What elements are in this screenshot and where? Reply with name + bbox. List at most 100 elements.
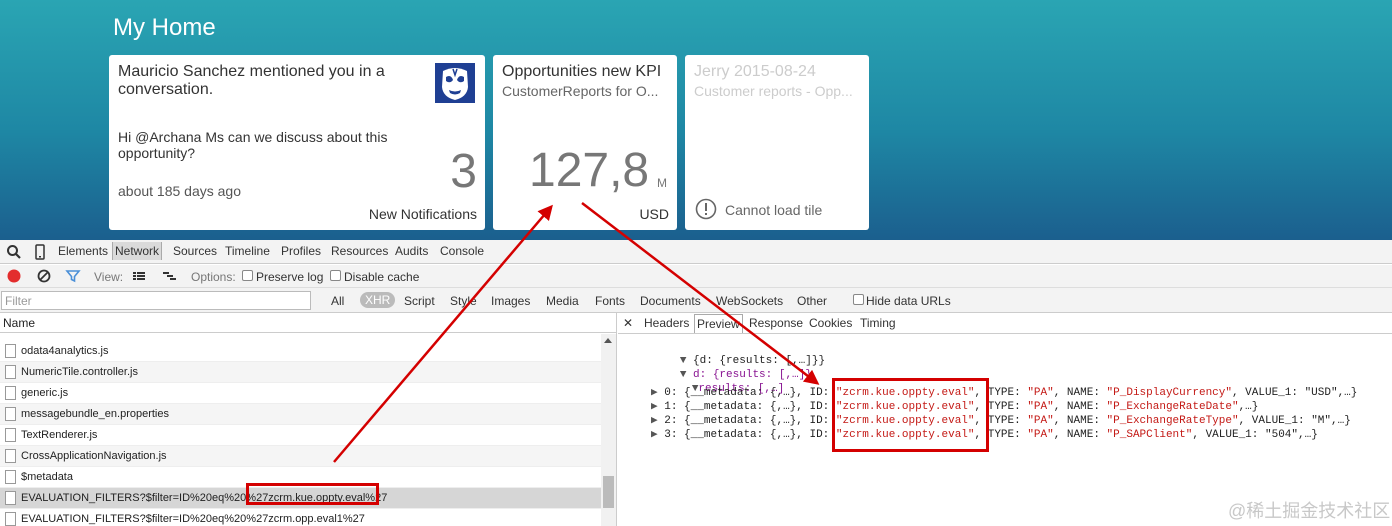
filter-type-all[interactable]: All — [331, 294, 344, 308]
filter-bar: All XHR Script Style Images Media Fonts … — [0, 288, 1392, 313]
row-type: "PA" — [1027, 387, 1054, 399]
row-extra: ,…} — [1238, 401, 1259, 413]
filter-type-fonts[interactable]: Fonts — [595, 294, 625, 308]
page-title: My Home — [113, 14, 216, 41]
tab-resources[interactable]: Resources — [331, 244, 388, 258]
row-type: "PA" — [1027, 415, 1054, 427]
devtools-panel: Elements Network Sources Timeline Profil… — [0, 240, 1392, 526]
row-metadata: {,…} — [769, 429, 797, 441]
json-result-row[interactable]: ▶ 0: {__metadata: {,…}, ID: "zcrm.kue.op… — [651, 385, 1357, 399]
hide-data-urls-checkbox[interactable] — [853, 294, 864, 305]
tab-console[interactable]: Console — [440, 244, 484, 258]
kpi-value: 127,8 — [529, 144, 650, 197]
tab-network[interactable]: Network — [112, 242, 163, 260]
devtools-tabbar: Elements Network Sources Timeline Profil… — [0, 240, 1392, 264]
waterfall-view-icon[interactable] — [161, 268, 177, 284]
failed-tile[interactable]: Jerry 2015-08-24 Customer reports - Opp.… — [685, 55, 869, 230]
request-row[interactable]: EVALUATION_FILTERS?$filter=ID%20eq%20%27… — [0, 509, 601, 526]
device-mode-icon[interactable] — [32, 244, 48, 260]
row-metadata: {,…} — [769, 387, 797, 399]
disable-cache-checkbox[interactable] — [330, 270, 341, 281]
tab-profiles[interactable]: Profiles — [281, 244, 321, 258]
tab-timeline[interactable]: Timeline — [225, 244, 270, 258]
preserve-log-label: Preserve log — [256, 270, 324, 284]
kpi-tile[interactable]: Opportunities new KPI CustomerReports fo… — [493, 55, 677, 230]
luchador-avatar-icon — [435, 63, 475, 103]
row-type: "PA" — [1027, 401, 1054, 413]
row-name: "P_ExchangeRateType" — [1106, 415, 1239, 427]
record-icon[interactable] — [6, 268, 22, 284]
request-row[interactable]: CrossApplicationNavigation.js — [0, 446, 601, 467]
request-row[interactable]: NumericTile.controller.js — [0, 362, 601, 383]
request-name: EVALUATION_FILTERS?$filter=ID%20eq%20%27… — [21, 513, 365, 525]
notification-time: about 185 days ago — [118, 183, 241, 199]
request-name: odata4analytics.js — [21, 345, 109, 357]
request-name: generic.js — [21, 387, 69, 399]
launchpad-home: My Home Mauricio Sanchez mentioned you i… — [0, 0, 1392, 240]
notification-tile[interactable]: Mauricio Sanchez mentioned you in a conv… — [109, 55, 485, 230]
disable-cache-label: Disable cache — [344, 270, 420, 284]
scroll-up-arrow-icon[interactable] — [604, 338, 612, 343]
tab-response[interactable]: Response — [749, 316, 803, 330]
request-row[interactable]: generic.js — [0, 383, 601, 404]
tab-cookies[interactable]: Cookies — [809, 316, 852, 330]
request-row[interactable]: TextRenderer.js — [0, 425, 601, 446]
tab-sources[interactable]: Sources — [173, 244, 217, 258]
screenshot-root: My Home Mauricio Sanchez mentioned you i… — [0, 0, 1392, 526]
scroll-thumb[interactable] — [603, 476, 614, 508]
filter-type-images[interactable]: Images — [491, 294, 530, 308]
row-extra: , VALUE_1: "USD",…} — [1231, 387, 1358, 399]
tab-timing[interactable]: Timing — [860, 316, 896, 330]
hide-data-urls-label: Hide data URLs — [866, 294, 951, 308]
row-name: "P_ExchangeRateDate" — [1106, 401, 1239, 413]
file-icon — [5, 407, 16, 421]
preserve-log-checkbox[interactable] — [242, 270, 253, 281]
highlight-box-request — [246, 483, 379, 505]
expand-triangle-icon[interactable]: ▶ — [651, 387, 658, 399]
row-extra: , VALUE_1: "M",…} — [1238, 415, 1351, 427]
file-icon — [5, 512, 16, 526]
json-result-row[interactable]: ▶ 2: {__metadata: {,…}, ID: "zcrm.kue.op… — [651, 413, 1351, 427]
filter-funnel-icon[interactable] — [65, 268, 81, 284]
file-icon — [5, 386, 16, 400]
filter-input[interactable] — [1, 291, 311, 310]
filter-type-documents[interactable]: Documents — [640, 294, 701, 308]
request-row[interactable]: odata4analytics.js — [0, 341, 601, 362]
filter-type-other[interactable]: Other — [797, 294, 827, 308]
notification-title: Mauricio Sanchez mentioned you in a conv… — [118, 63, 385, 98]
row-metadata: {,…} — [769, 401, 797, 413]
row-metadata: {,…} — [769, 415, 797, 427]
file-icon — [5, 344, 16, 358]
filter-type-style[interactable]: Style — [450, 294, 477, 308]
notification-count: 3 — [450, 145, 477, 198]
failed-tile-subtitle: Customer reports - Opp... — [694, 83, 853, 99]
request-name: messagebundle_en.properties — [21, 408, 169, 420]
large-rows-icon[interactable] — [131, 268, 147, 284]
tab-preview[interactable]: Preview — [694, 314, 743, 333]
filter-type-websockets[interactable]: WebSockets — [716, 294, 783, 308]
tab-audits[interactable]: Audits — [395, 244, 428, 258]
kpi-title: Opportunities new KPI — [502, 63, 662, 80]
row-type: "PA" — [1027, 429, 1054, 441]
network-toolbar: View: Options: Preserve log Disable cach… — [0, 265, 1392, 288]
inspect-search-icon[interactable] — [6, 244, 22, 260]
failed-tile-message: Cannot load tile — [725, 202, 823, 218]
filter-type-script[interactable]: Script — [404, 294, 435, 308]
expand-triangle-icon[interactable]: ▶ — [651, 429, 658, 441]
tab-elements[interactable]: Elements — [58, 244, 108, 258]
filter-type-xhr[interactable]: XHR — [360, 292, 396, 308]
filter-type-media[interactable]: Media — [546, 294, 579, 308]
expand-triangle-icon[interactable]: ▶ — [651, 401, 658, 413]
file-icon — [5, 365, 16, 379]
row-extra: , VALUE_1: "504",…} — [1192, 429, 1318, 441]
request-list-scrollbar[interactable] — [601, 334, 616, 526]
file-icon — [5, 449, 16, 463]
expand-triangle-icon[interactable]: ▶ — [651, 415, 658, 427]
column-header-name[interactable]: Name — [0, 313, 616, 333]
request-row[interactable]: messagebundle_en.properties — [0, 404, 601, 425]
close-detail-icon[interactable]: ✕ — [623, 316, 633, 330]
tab-headers[interactable]: Headers — [644, 316, 689, 330]
row-name: "P_SAPClient" — [1106, 429, 1193, 441]
clear-icon[interactable] — [36, 268, 52, 284]
notification-footer: New Notifications — [368, 206, 477, 222]
